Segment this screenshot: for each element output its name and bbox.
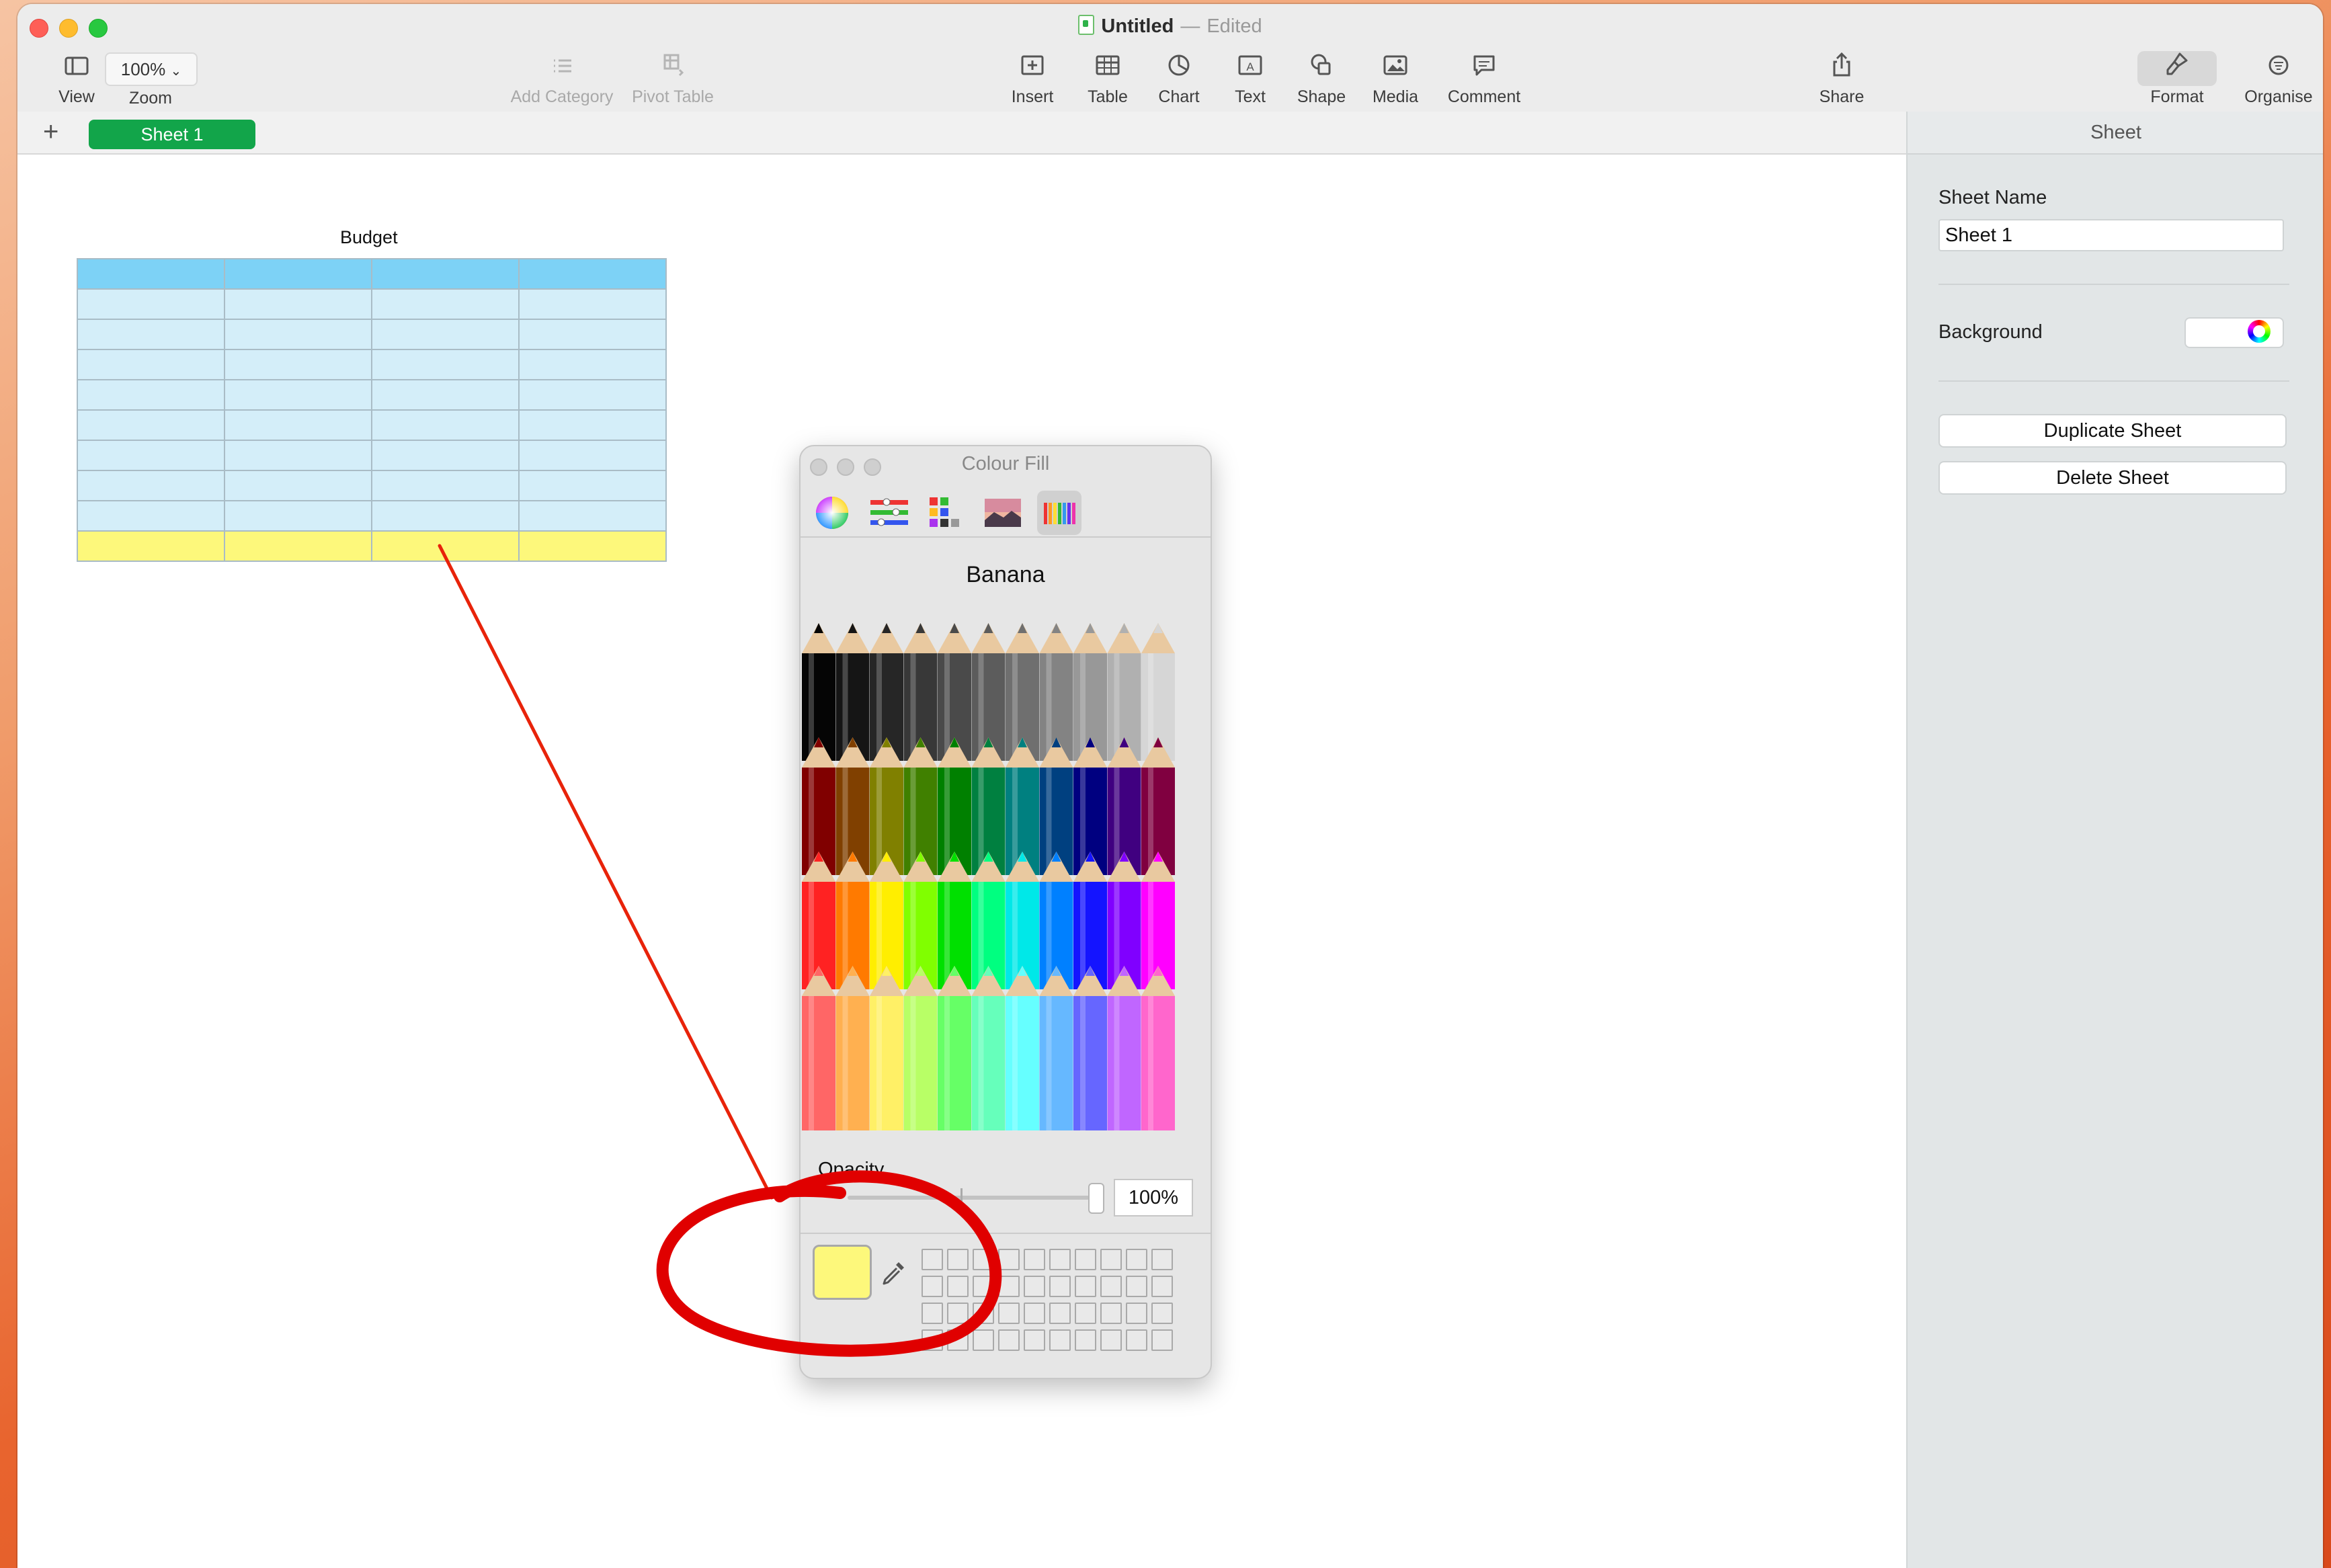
- annotation-circle: [656, 1170, 1002, 1357]
- red-annotation-overlay: [438, 544, 1002, 1357]
- annotation-pointer-line: [438, 544, 774, 1200]
